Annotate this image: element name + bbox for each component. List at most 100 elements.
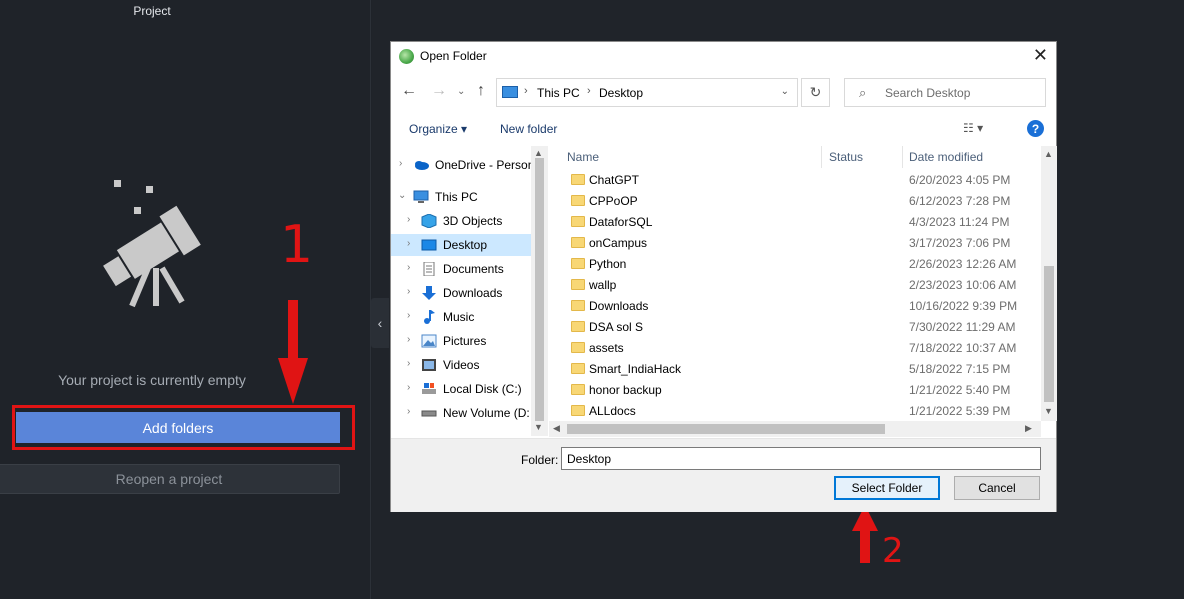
add-folders-button[interactable]: Add folders	[16, 412, 340, 443]
column-header-name[interactable]: Name	[567, 150, 599, 172]
file-name: honor backup	[589, 383, 662, 397]
folder-field[interactable]: Desktop	[561, 447, 1041, 470]
file-row[interactable]: onCampus 3/17/2023 7:06 PM	[549, 233, 1041, 254]
folder-label: Folder:	[521, 453, 559, 467]
expand-chevron-icon[interactable]: ›	[407, 214, 410, 225]
file-row[interactable]: ALLdocs 1/21/2022 5:39 PM	[549, 401, 1041, 421]
file-row[interactable]: CPPoOP 6/12/2023 7:28 PM	[549, 191, 1041, 212]
app-icon	[399, 49, 414, 64]
file-row[interactable]: wallp 2/23/2023 10:06 AM	[549, 275, 1041, 296]
file-name: ChatGPT	[589, 173, 640, 187]
file-row[interactable]: ChatGPT 6/20/2023 4:05 PM	[549, 170, 1041, 191]
tree-item-new-volume[interactable]: › New Volume (D:	[391, 402, 531, 424]
refresh-icon[interactable]: ↻	[801, 78, 830, 107]
scroll-right-icon[interactable]: ▶	[1025, 423, 1032, 434]
folder-icon	[571, 195, 585, 206]
reopen-project-button[interactable]: Reopen a project	[0, 464, 340, 494]
expand-chevron-icon[interactable]: ›	[407, 358, 410, 369]
navigation-tree: › OneDrive - Person ⌄ This PC › 3D Objec…	[391, 146, 546, 436]
forward-arrow-icon[interactable]: →	[431, 82, 447, 100]
tree-item-downloads[interactable]: › Downloads	[391, 282, 531, 304]
expand-chevron-icon[interactable]: ›	[407, 262, 410, 273]
expand-chevron-icon[interactable]: ›	[407, 238, 410, 249]
tree-item-3d-objects[interactable]: › 3D Objects	[391, 210, 531, 232]
scroll-up-icon[interactable]: ▲	[1044, 149, 1053, 159]
file-date: 5/18/2022 7:15 PM	[909, 362, 1011, 376]
file-list-vertical-scrollbar[interactable]: ▲ ▼	[1041, 146, 1057, 421]
tree-item-pictures[interactable]: › Pictures	[391, 330, 531, 352]
telescope-icon	[103, 180, 201, 308]
file-row[interactable]: assets 7/18/2022 10:37 AM	[549, 338, 1041, 359]
organize-menu[interactable]: Organize ▾	[409, 122, 467, 136]
view-options-icon[interactable]: ☷ ▾	[963, 121, 983, 135]
close-icon[interactable]: ✕	[1033, 45, 1048, 66]
help-icon[interactable]: ?	[1027, 120, 1044, 137]
file-list: Name Status Date modified ChatGPT 6/20/20…	[549, 146, 1041, 421]
file-date: 2/23/2023 10:06 AM	[909, 278, 1017, 292]
up-arrow-nav-icon[interactable]: ↑	[477, 82, 485, 100]
expand-chevron-icon[interactable]: ›	[407, 406, 410, 417]
tree-item-onedrive[interactable]: › OneDrive - Person	[391, 154, 534, 176]
folder-icon	[571, 216, 585, 227]
expand-chevron-icon[interactable]: ›	[407, 334, 410, 345]
vertical-scroll-thumb[interactable]	[1044, 266, 1054, 402]
file-row[interactable]: Smart_IndiaHack 5/18/2022 7:15 PM	[549, 359, 1041, 380]
select-folder-button[interactable]: Select Folder	[834, 476, 940, 500]
scroll-down-icon[interactable]: ▼	[534, 422, 543, 432]
folder-icon	[571, 300, 585, 311]
collapse-panel-button[interactable]: ‹	[371, 298, 389, 348]
scroll-down-icon[interactable]: ▼	[1044, 406, 1053, 416]
collapse-chevron-icon[interactable]: ⌄	[398, 190, 406, 201]
new-folder-button[interactable]: New folder	[500, 122, 557, 136]
breadcrumb-separator-icon[interactable]: ›	[524, 85, 528, 97]
this-pc-icon	[502, 86, 518, 98]
pictures-icon	[421, 334, 437, 348]
folder-icon	[571, 279, 585, 290]
column-divider[interactable]	[821, 146, 822, 168]
command-bar: Organize ▾ New folder ☷ ▾ ?	[391, 114, 1056, 144]
file-date: 1/21/2022 5:40 PM	[909, 383, 1011, 397]
tree-scrollbar[interactable]: ▲ ▼	[531, 146, 548, 436]
file-row[interactable]: DSA sol S 7/30/2022 11:29 AM	[549, 317, 1041, 338]
tree-item-desktop[interactable]: › Desktop	[391, 234, 531, 256]
file-row[interactable]: Downloads 10/16/2022 9:39 PM	[549, 296, 1041, 317]
back-arrow-icon[interactable]: ←	[401, 82, 417, 100]
file-name: ALLdocs	[589, 404, 636, 418]
empty-project-text: Your project is currently empty	[58, 372, 246, 388]
file-row[interactable]: Python 2/26/2023 12:26 AM	[549, 254, 1041, 275]
documents-icon	[423, 262, 435, 276]
horizontal-scroll-thumb[interactable]	[567, 424, 885, 434]
file-name: CPPoOP	[589, 194, 638, 208]
breadcrumb-this-pc[interactable]: This PC	[537, 86, 580, 100]
tree-item-videos[interactable]: › Videos	[391, 354, 531, 376]
computer-icon	[413, 190, 429, 203]
tree-scroll-thumb[interactable]	[535, 158, 544, 421]
expand-chevron-icon[interactable]: ›	[407, 310, 410, 321]
column-divider[interactable]	[902, 146, 903, 168]
tree-item-label: Desktop	[443, 238, 488, 252]
tree-item-local-disk[interactable]: › Local Disk (C:)	[391, 378, 531, 400]
expand-chevron-icon[interactable]: ›	[407, 382, 410, 393]
cancel-button[interactable]: Cancel	[954, 476, 1040, 500]
scroll-left-icon[interactable]: ◀	[553, 423, 560, 434]
file-list-horizontal-scrollbar[interactable]: ◀ ▶	[549, 421, 1041, 437]
file-name: onCampus	[589, 236, 648, 250]
expand-chevron-icon[interactable]: ›	[399, 158, 402, 169]
scroll-up-icon[interactable]: ▲	[534, 148, 543, 158]
recent-locations-chevron-icon[interactable]: ⌄	[457, 86, 465, 97]
expand-chevron-icon[interactable]: ›	[407, 286, 410, 297]
column-header-date-modified[interactable]: Date modified	[909, 150, 983, 172]
column-header-status[interactable]: Status	[829, 150, 863, 172]
breadcrumb-desktop[interactable]: Desktop	[599, 86, 643, 100]
desktop-icon	[421, 239, 437, 251]
tree-item-label: New Volume (D:	[443, 406, 530, 420]
address-bar[interactable]: › This PC › Desktop ⌄	[496, 78, 798, 107]
tree-item-music[interactable]: › Music	[391, 306, 531, 328]
file-row[interactable]: DataforSQL 4/3/2023 11:24 PM	[549, 212, 1041, 233]
file-row[interactable]: honor backup 1/21/2022 5:40 PM	[549, 380, 1041, 401]
tree-item-documents[interactable]: › Documents	[391, 258, 531, 280]
address-dropdown-chevron-icon[interactable]: ⌄	[781, 86, 789, 97]
breadcrumb-separator-icon[interactable]: ›	[587, 85, 591, 97]
tree-item-this-pc[interactable]: ⌄ This PC	[391, 186, 531, 208]
search-input[interactable]: ⌕ Search Desktop	[844, 78, 1046, 107]
